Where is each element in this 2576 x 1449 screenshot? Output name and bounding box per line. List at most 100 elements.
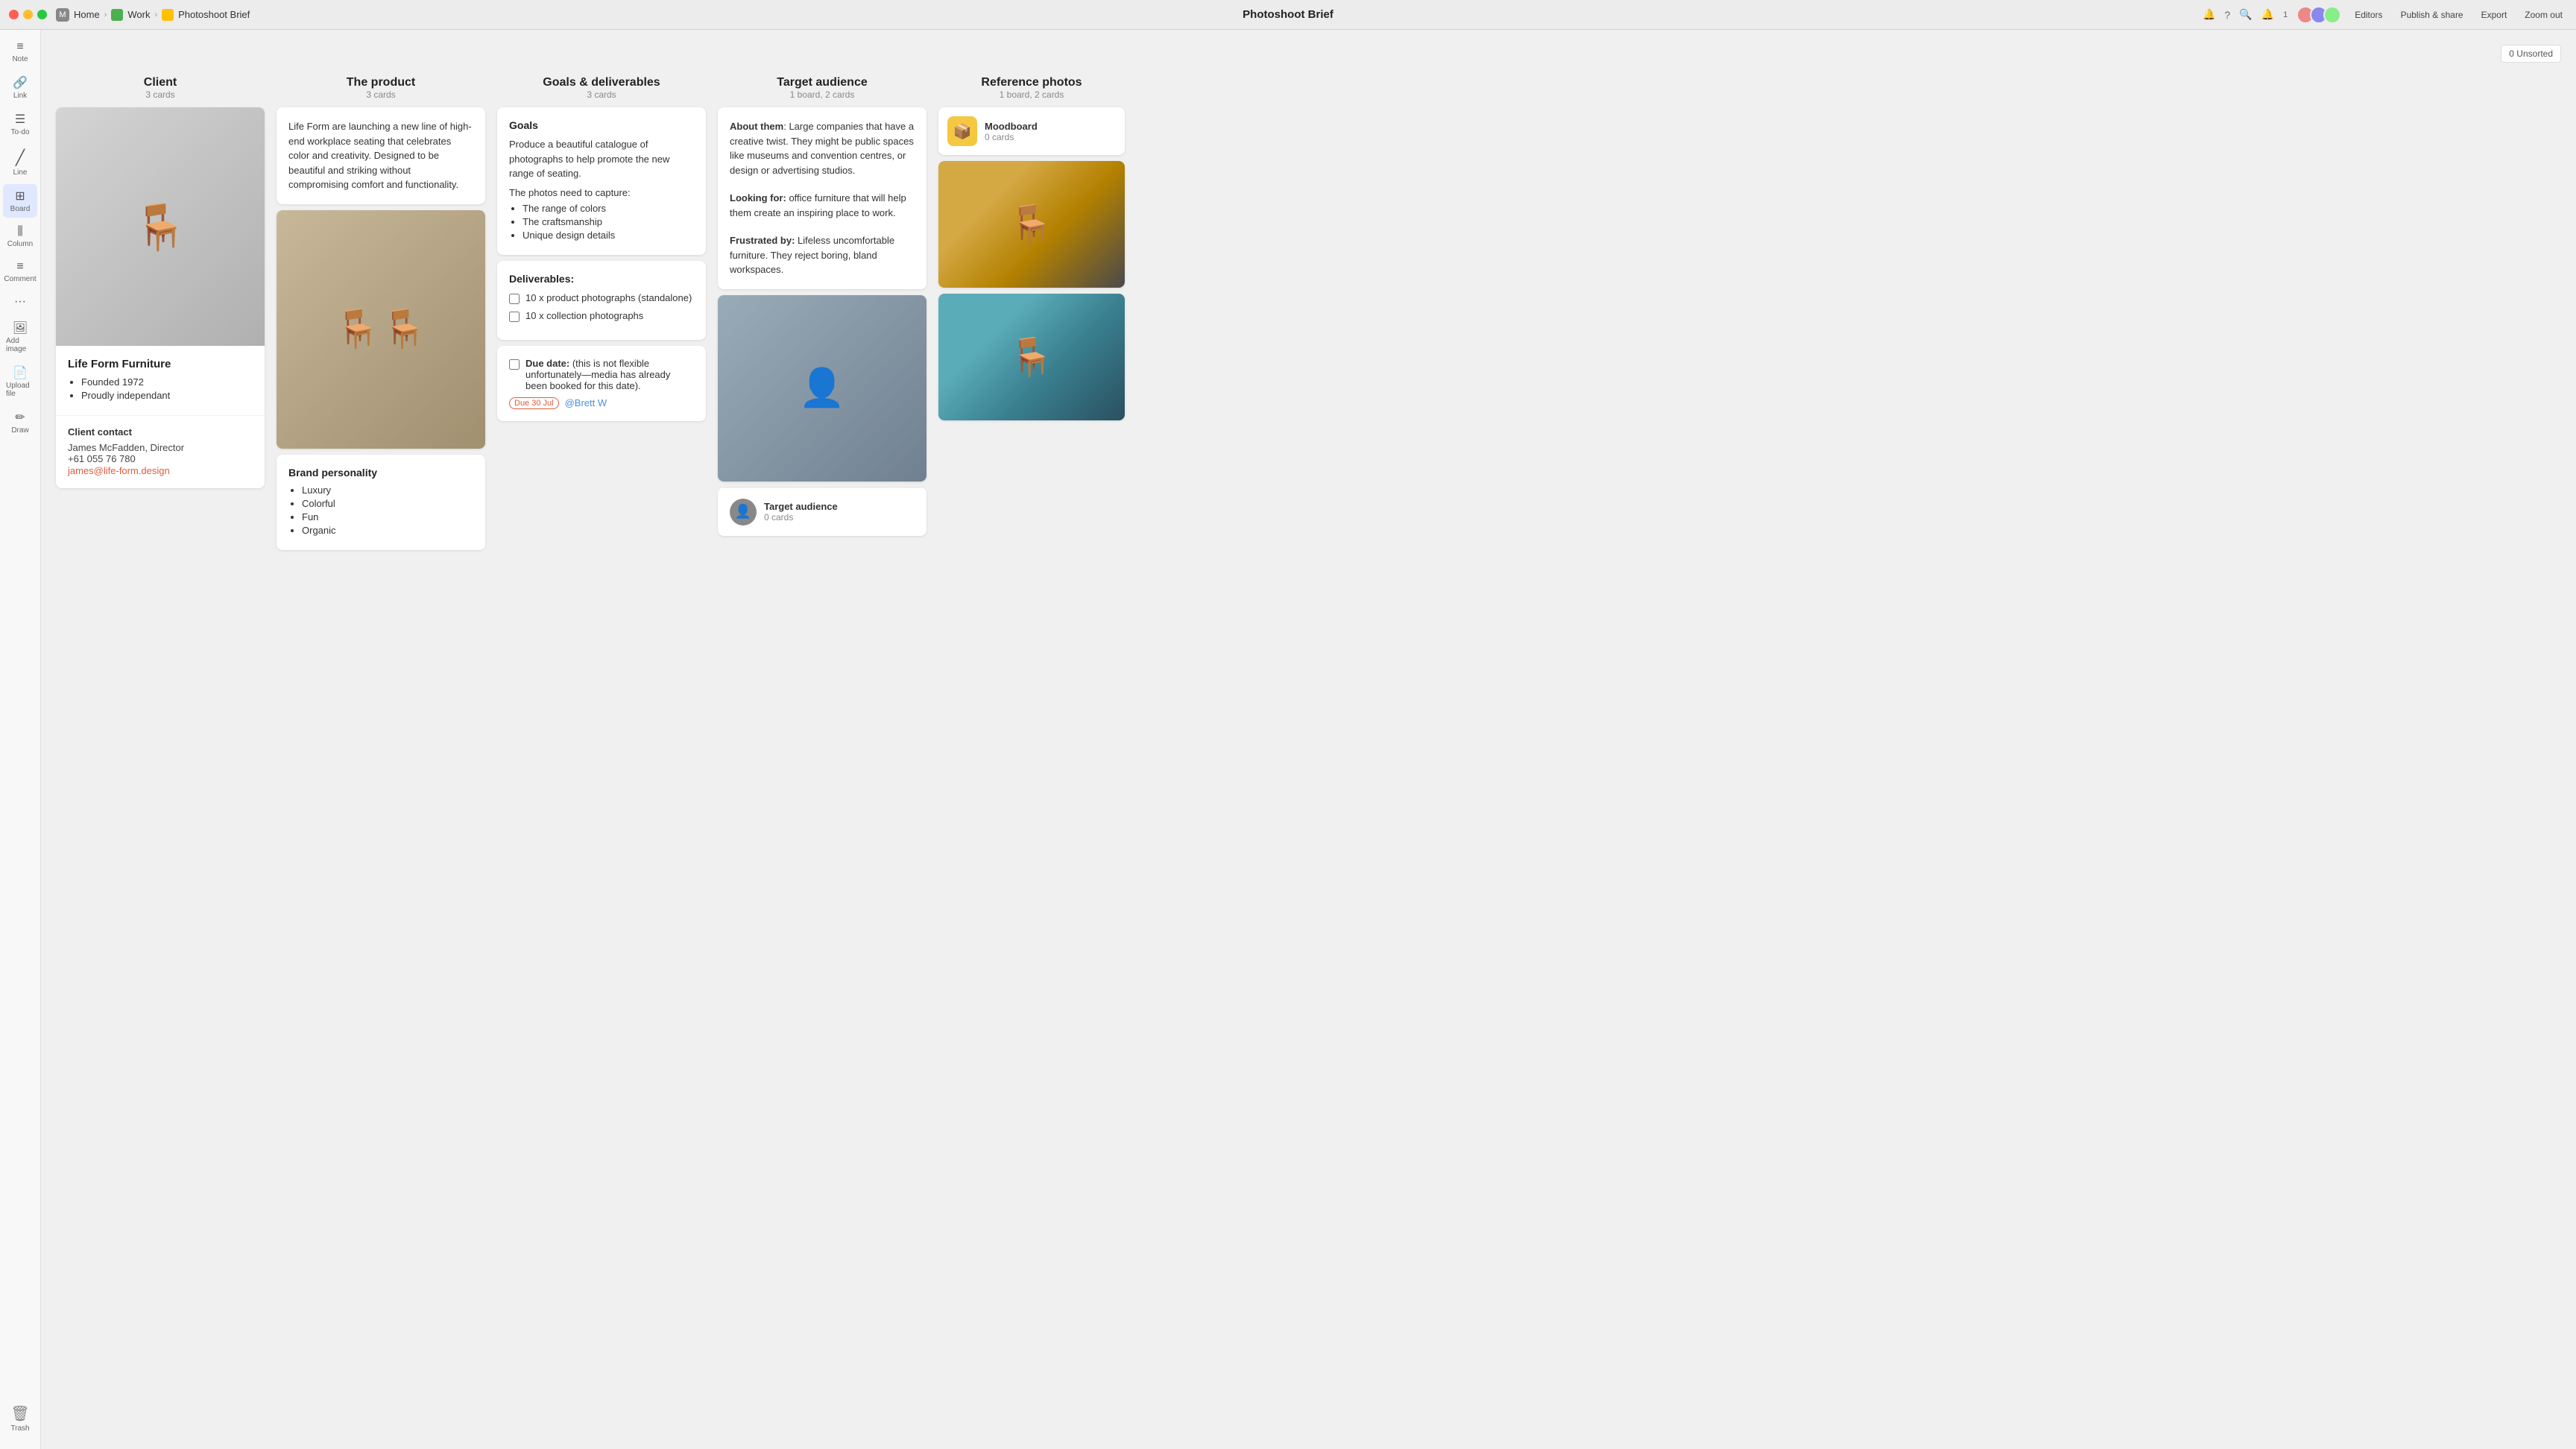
brand-bullet-luxury: Luxury [302,484,473,496]
card-due-date-body: Due date: (this is not flexible unfortun… [497,346,706,421]
trash-label: Trash [10,1424,29,1433]
deliverable-checkbox-1[interactable] [509,294,520,304]
deliverable-label-2: 10 x collection photographs [525,310,643,321]
titlebar: M Home › Work › Photoshoot Brief Photosh… [0,0,2576,30]
product-chairs-image: 🪑🪑 [277,210,485,449]
editors-button[interactable]: Editors [2350,7,2387,22]
brand-bullets: Luxury Colorful Fun Organic [288,484,473,536]
search-icon[interactable]: 🔍 [2239,8,2252,21]
card-product-image: 🪑🪑 [277,210,485,449]
card-goals: Goals Produce a beautiful catalogue of p… [497,107,706,255]
board-icon: ⊞ [15,189,25,203]
deliverable-checkbox-2[interactable] [509,312,520,322]
card-target-text: About them: Large companies that have a … [718,107,926,289]
goals-bullet-2: The craftsmanship [523,216,694,227]
goals-bullets: The range of colors The craftsmanship Un… [509,203,694,241]
sidebar-item-board[interactable]: ⊞ Board [3,184,37,218]
help-icon[interactable]: ? [2224,9,2230,21]
card-target-image: 👤 [718,295,926,482]
sidebar-item-line[interactable]: ╱ Line [3,144,37,181]
ref-chair1-image: 🪑 [938,161,1125,288]
column-product-header: The product 3 cards [277,72,485,101]
goals-title: Goals [509,119,694,131]
due-label: Due date: [525,358,569,369]
photoshoot-label[interactable]: Photoshoot Brief [178,9,250,20]
card-brand-body: Brand personality Luxury Colorful Fun Or… [277,455,485,550]
due-date-checkbox[interactable] [509,359,520,370]
sidebar-item-comment[interactable]: ≡ Comment [3,256,37,288]
maximize-button[interactable] [37,10,47,19]
frustrated-label: Frustrated by: [730,235,795,246]
goals-bullet-1: The range of colors [523,203,694,214]
board-columns: Client 3 cards 🪑 Life Form Furniture Fou… [56,72,2561,550]
column-target-header: Target audience 1 board, 2 cards [718,72,926,101]
unsorted-button[interactable]: 0 Unsorted [2501,45,2561,63]
deliverable-item-1: 10 x product photographs (standalone) [509,292,694,304]
mention: @Brett W [565,397,607,408]
upload-label: Upload file [6,382,34,398]
card-due-date: Due date: (this is not flexible unfortun… [497,346,706,421]
sidebar-item-link[interactable]: 🔗 Link [3,71,37,104]
breadcrumb: M Home › Work › Photoshoot Brief [56,8,250,22]
contact-person: James McFadden, Director [68,442,253,453]
column-reference: Reference photos 1 board, 2 cards 📦 Mood… [938,72,1125,420]
client-bullet-2: Proudly independant [81,390,253,401]
trash-icon: 🗑 [10,1404,29,1423]
card-goals-body: Goals Produce a beautiful catalogue of p… [497,107,706,255]
target-board-card[interactable]: 👤 Target audience 0 cards [718,487,926,536]
target-person-image: 👤 [718,295,926,482]
sidebar-item-todo[interactable]: ☰ To-do [3,107,37,141]
add-image-label: Add image [6,337,34,353]
about-label: About them [730,121,783,132]
column-product-title: The product [277,76,485,89]
sidebar-item-add-image[interactable]: 🖼 Add image [3,316,37,358]
line-label: Line [13,168,28,177]
publish-share-button[interactable]: Publish & share [2396,7,2468,22]
export-button[interactable]: Export [2477,7,2512,22]
client-person-image: 🪑 [56,107,265,346]
sidebar-item-draw[interactable]: ✏ Draw [3,405,37,439]
card-client-body: Life Form Furniture Founded 1972 Proudly… [56,346,265,415]
moodboard-title: Moodboard [985,121,1038,132]
contact-email[interactable]: james@life-form.design [68,465,170,476]
card-moodboard[interactable]: 📦 Moodboard 0 cards [938,107,1125,155]
sidebar-item-trash[interactable]: 🗑 Trash [3,1400,37,1437]
line-icon: ╱ [16,148,25,167]
draw-icon: ✏ [15,410,25,425]
target-about: About them: Large companies that have a … [730,119,915,177]
home-label[interactable]: Home [74,9,100,20]
page-title: Photoshoot Brief [1243,8,1333,21]
column-target: Target audience 1 board, 2 cards About t… [718,72,926,536]
column-icon: ⫼ [17,225,22,239]
zoom-out-button[interactable]: Zoom out [2520,7,2567,22]
close-button[interactable] [9,10,19,19]
app: ≡ Note 🔗 Link ☰ To-do ╱ Line ⊞ Board ⫼ C… [0,30,2576,1449]
target-board-info: Target audience 0 cards [764,501,838,523]
alert-icon[interactable]: 🔔 [2261,8,2274,21]
deliverable-label-1: 10 x product photographs (standalone) [525,292,692,303]
work-label[interactable]: Work [127,9,150,20]
column-client-title: Client [56,76,265,89]
draw-label: Draw [11,426,28,435]
notification-icon[interactable]: 🔔 [2203,8,2215,21]
photoshoot-icon [162,9,174,21]
sidebar-item-column[interactable]: ⫼ Column [3,221,37,253]
minimize-button[interactable] [23,10,33,19]
column-goals-subtitle: 3 cards [497,89,706,100]
card-ref-image-1: 🪑 [938,161,1125,288]
target-board-sub: 0 cards [764,512,838,523]
sidebar-item-note[interactable]: ≡ Note [3,36,37,68]
link-icon: 🔗 [13,75,28,90]
column-goals-header: Goals & deliverables 3 cards [497,72,706,101]
work-icon [111,9,123,21]
client-bullets: Founded 1972 Proudly independant [68,376,253,401]
column-target-title: Target audience [718,76,926,89]
looking-label: Looking for: [730,192,786,203]
card-deliverables-body: Deliverables: 10 x product photographs (… [497,261,706,340]
due-meta: Due 30 Jul @Brett W [509,397,694,409]
upload-icon: 📄 [13,365,28,380]
sidebar-item-upload[interactable]: 📄 Upload file [3,361,37,402]
todo-icon: ☰ [15,112,25,127]
sidebar-item-more[interactable]: ··· [3,291,37,313]
deliverables-title: Deliverables: [509,273,694,285]
